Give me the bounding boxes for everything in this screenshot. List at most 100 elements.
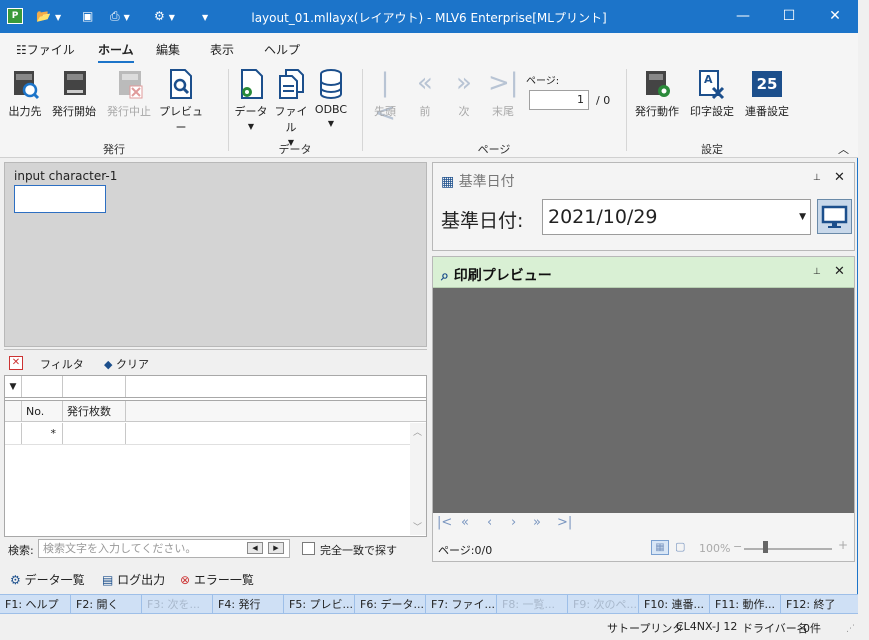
first-page-icon: |<: [374, 68, 396, 128]
serial-settings-button[interactable]: 25 連番設定: [742, 68, 792, 119]
grid-scrollbar[interactable]: ︿ ﹀: [410, 423, 426, 535]
clear-button[interactable]: ◆ クリア: [104, 356, 149, 372]
preview-next-fast-icon[interactable]: »: [533, 515, 541, 530]
menu-icon: ☷: [16, 43, 27, 57]
fkey-f5[interactable]: F5: プレビ...: [284, 595, 355, 614]
fkey-f2[interactable]: F2: 開く: [71, 595, 142, 614]
fkey-f4[interactable]: F4: 発行: [213, 595, 284, 614]
issue-action-button[interactable]: 発行動作: [632, 68, 682, 119]
close-button[interactable]: ✕: [812, 0, 858, 33]
print-icon[interactable]: ▣: [82, 8, 93, 24]
output-destination-button[interactable]: 出力先: [6, 68, 44, 119]
group-separator: [626, 69, 627, 151]
prev-page-button[interactable]: « 前: [410, 68, 440, 119]
column-header-count[interactable]: 発行枚数: [63, 401, 126, 421]
fkey-f12[interactable]: F12: 終了: [781, 595, 858, 614]
base-date-pane: ▦ 基準日付 ⊥ ✕ 基準日付: 2021/10/29 ▼: [432, 162, 855, 251]
preview-canvas[interactable]: [433, 288, 854, 513]
log-output-link[interactable]: ▤ ログ出力: [102, 571, 165, 588]
column-header-no[interactable]: No.: [22, 401, 63, 421]
fkey-f8[interactable]: F8: 一覧...: [497, 595, 568, 614]
close-pane-icon[interactable]: ✕: [834, 264, 845, 279]
filter-row[interactable]: ▼: [5, 376, 426, 398]
search-prev-icon[interactable]: ◀: [247, 542, 263, 554]
print-settings-button[interactable]: A 印字設定: [687, 68, 737, 119]
odbc-button[interactable]: ODBC ▼: [314, 68, 348, 129]
scroll-up-icon[interactable]: ︿: [413, 425, 422, 438]
tab-file[interactable]: ☷ファイル: [16, 41, 75, 58]
base-date-select[interactable]: 2021/10/29 ▼: [542, 199, 811, 235]
zoom-slider-thumb[interactable]: [763, 541, 768, 553]
application-window: P 📂 ▼ ▣ ⎙ ▼ ⚙ ▼ ▼ layout_01.mllayx(レイアウト) -…: [0, 0, 858, 640]
layout-design-area[interactable]: input character-1: [4, 162, 427, 347]
preview-prev-icon[interactable]: ‹: [487, 515, 492, 530]
stop-issue-button[interactable]: 発行中止: [104, 68, 154, 119]
new-row[interactable]: *: [5, 423, 410, 445]
exact-match-checkbox[interactable]: [302, 542, 315, 555]
function-key-bar: F1: ヘルプ F2: 開く F3: 次を... F4: 発行 F5: プレビ.…: [0, 594, 858, 614]
zoom-in-icon[interactable]: +: [838, 538, 848, 552]
zoom-out-icon[interactable]: −: [733, 540, 742, 553]
first-page-button[interactable]: |< 先頭: [370, 68, 400, 128]
database-icon: [320, 69, 342, 99]
page-view-icon[interactable]: ▢: [675, 540, 689, 555]
fkey-f9[interactable]: F9: 次のペ...: [568, 595, 639, 614]
preview-first-icon[interactable]: |<: [437, 515, 452, 530]
input-character-field[interactable]: [14, 185, 106, 213]
pin-icon[interactable]: ⊥: [813, 267, 821, 277]
fkey-f3[interactable]: F3: 次を...: [142, 595, 213, 614]
fkey-f1[interactable]: F1: ヘルプ: [0, 595, 71, 614]
grid-view-icon[interactable]: ▦: [651, 540, 669, 555]
print-preview-pane: ⌕ 印刷プレビュー ⊥ ✕ |< « ‹ › » >| ページ:0/0 ▦ ▢ …: [432, 256, 855, 562]
qat-customize-icon[interactable]: ▼: [198, 8, 208, 24]
filter-cell-no[interactable]: [22, 376, 63, 397]
new-row-count-cell[interactable]: [63, 423, 126, 444]
print-settings-icon: A: [699, 70, 725, 100]
status-bar: サトープリンタ CL4NX-J 12 ドライバー名 0件 ⋰: [0, 614, 858, 640]
filter-row-icon: ▼: [5, 376, 22, 397]
open-folder-icon[interactable]: 📂 ▼: [36, 8, 61, 24]
fkey-f6[interactable]: F6: データ...: [355, 595, 426, 614]
calendar-icon: ▦: [441, 174, 455, 190]
maximize-button[interactable]: ☐: [766, 0, 812, 33]
data-button[interactable]: データ ▼: [234, 68, 268, 132]
page-number-input[interactable]: 1: [529, 90, 589, 110]
pin-icon[interactable]: ⊥: [813, 173, 821, 183]
fkey-f7[interactable]: F7: ファイ...: [426, 595, 497, 614]
preview-next-icon[interactable]: ›: [511, 515, 516, 530]
printer-label: サトープリンタ: [607, 622, 684, 635]
scroll-down-icon[interactable]: ﹀: [413, 520, 422, 533]
close-pane-icon[interactable]: ✕: [834, 170, 845, 185]
preview-last-icon[interactable]: >|: [557, 515, 572, 530]
last-page-button[interactable]: >| 末尾: [488, 68, 519, 119]
data-list-link[interactable]: ⚙ データ一覧: [10, 571, 85, 588]
data-list-icon: ⚙: [10, 573, 21, 587]
monitor-button[interactable]: [817, 199, 852, 234]
tab-help[interactable]: ヘルプ: [264, 41, 300, 58]
minimize-button[interactable]: —: [720, 0, 766, 33]
fkey-f10[interactable]: F10: 連番...: [639, 595, 710, 614]
collapse-ribbon-icon[interactable]: ︿: [838, 141, 849, 157]
last-page-icon: >|: [488, 68, 519, 98]
settings-icon[interactable]: ⚙ ▼: [154, 8, 175, 24]
tab-edit[interactable]: 編集: [156, 41, 180, 58]
filter-cell-count[interactable]: [63, 376, 126, 397]
preview-button[interactable]: プレビュー: [158, 68, 204, 135]
tab-home[interactable]: ホーム: [98, 41, 134, 63]
header-row: No. 発行枚数: [5, 400, 426, 422]
close-filter-icon[interactable]: ✕: [9, 356, 23, 370]
filter-button[interactable]: フィルタ: [40, 356, 84, 372]
file-button[interactable]: ファイル ▼: [272, 68, 310, 148]
zoom-slider-track[interactable]: [744, 548, 832, 550]
printer-icon: [64, 71, 86, 95]
export-icon[interactable]: ⎙ ▼: [110, 8, 130, 24]
preview-icon: ⌕: [441, 268, 449, 284]
resize-grip-icon[interactable]: ⋰: [846, 624, 855, 634]
preview-prev-fast-icon[interactable]: «: [461, 515, 469, 530]
tab-view[interactable]: 表示: [210, 41, 234, 58]
fkey-f11[interactable]: F11: 動作...: [710, 595, 781, 614]
next-page-button[interactable]: » 次: [449, 68, 479, 119]
search-next-icon[interactable]: ▶: [268, 542, 284, 554]
error-list-link[interactable]: ⊗ エラー一覧: [180, 571, 254, 588]
start-issue-button[interactable]: 発行開始: [50, 68, 98, 119]
